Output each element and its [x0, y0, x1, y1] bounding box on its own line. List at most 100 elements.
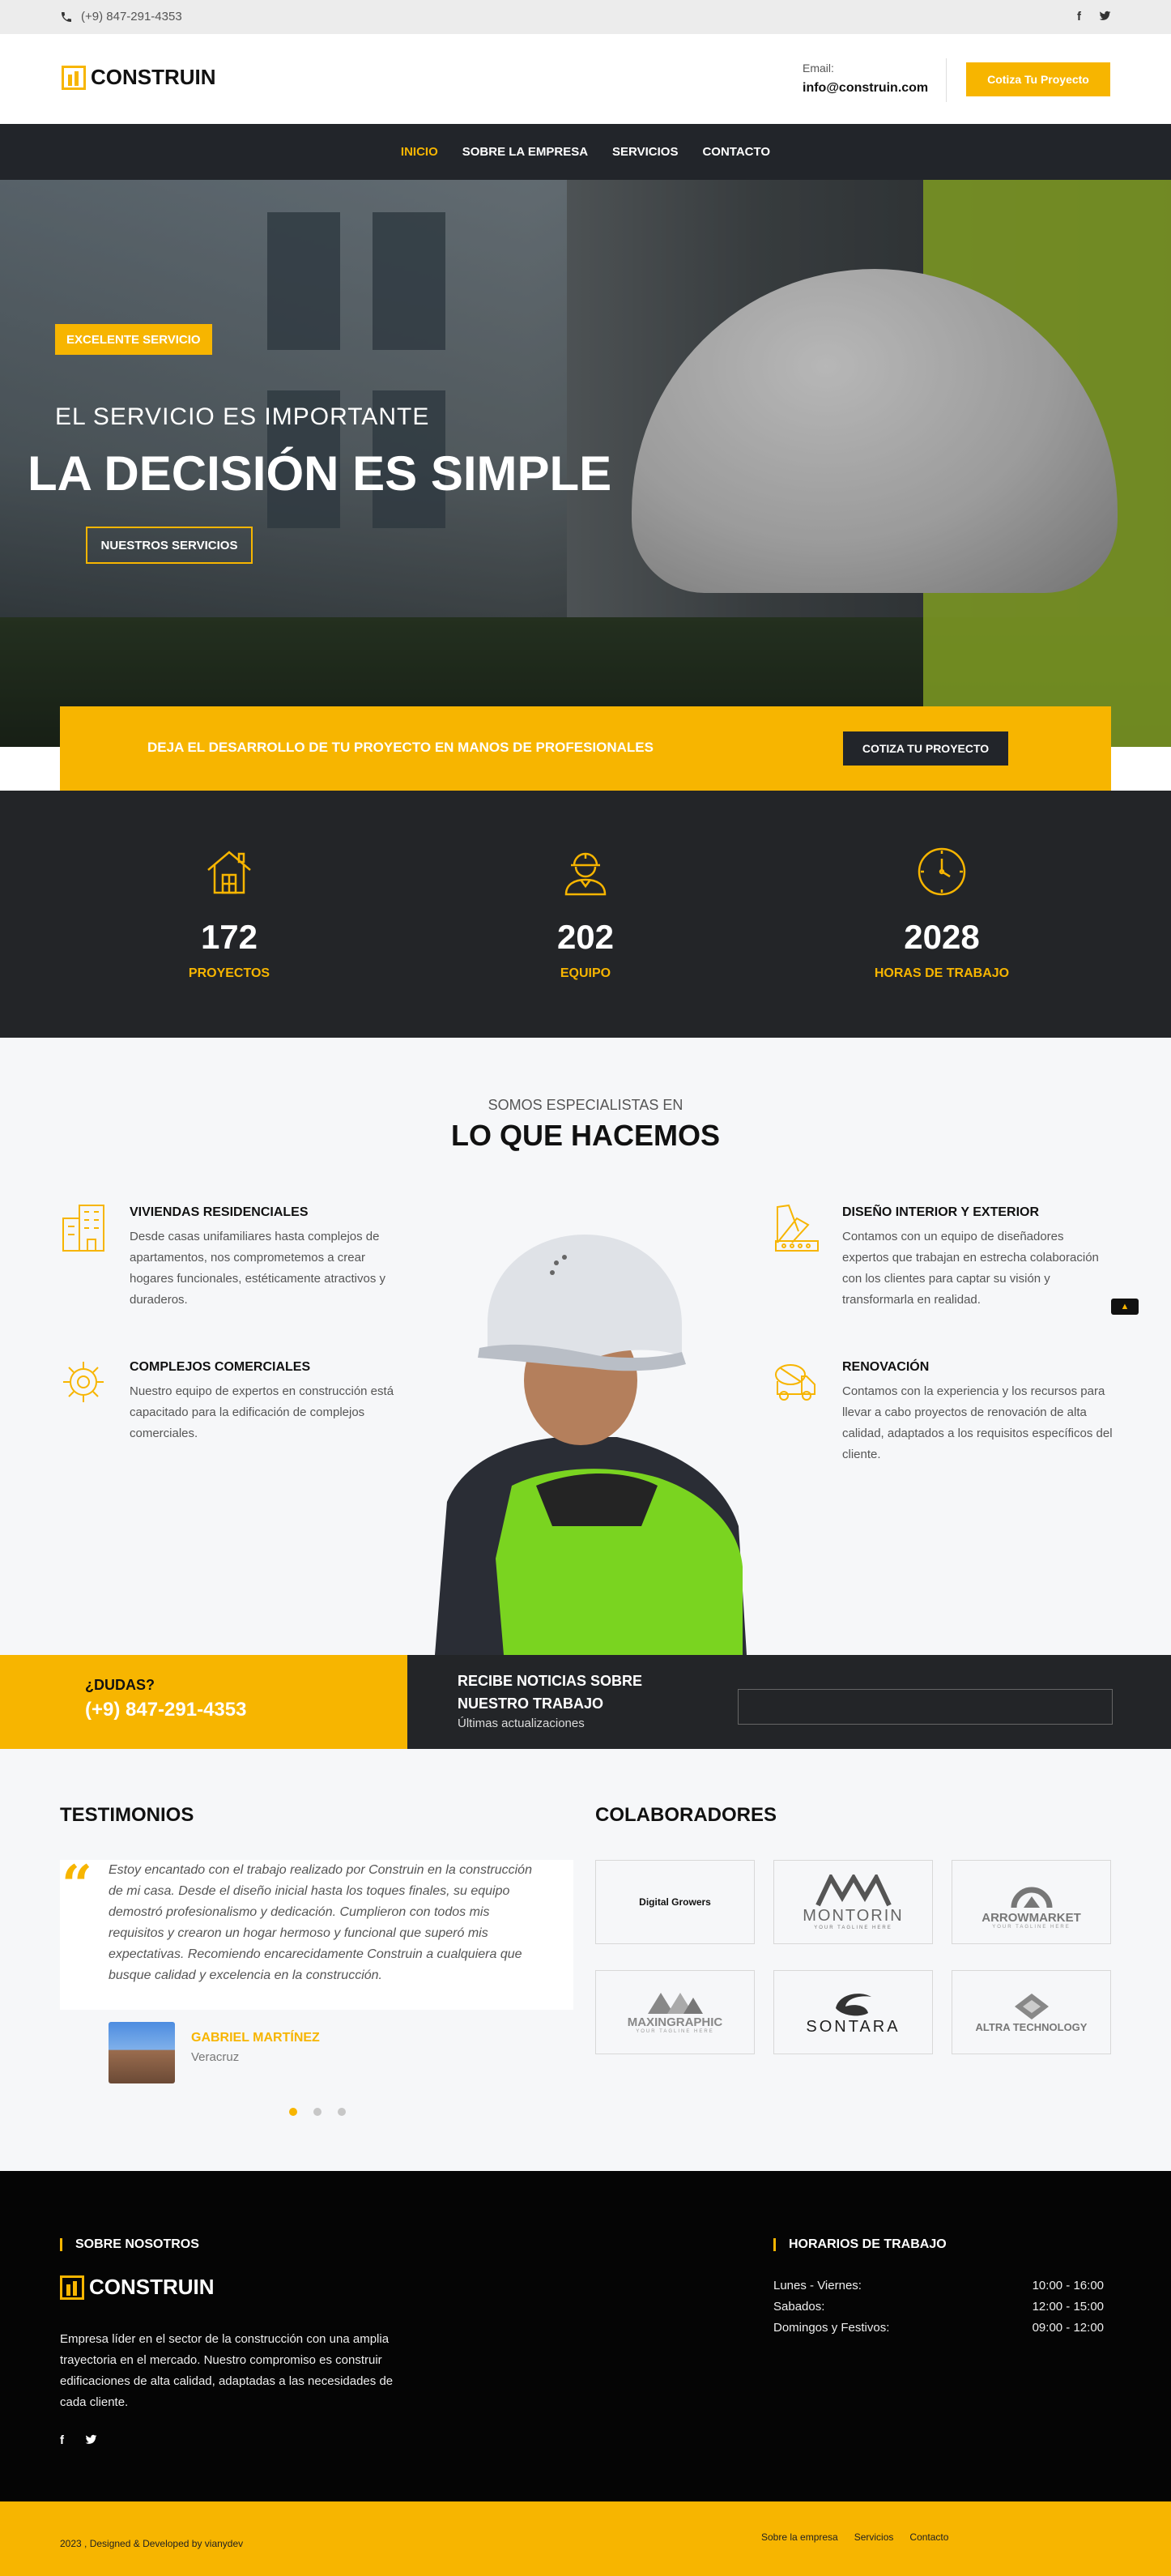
footer-logo[interactable]: CONSTRUIN — [60, 2275, 215, 2300]
clock-icon — [918, 847, 966, 896]
newsletter-title: RECIBE NOTICIAS SOBRE NUESTRO TRABAJO — [458, 1673, 643, 1712]
maxingraphic-logo-icon — [647, 1992, 703, 2014]
worker-image — [435, 1235, 747, 1655]
contact-phone[interactable]: (+9) 847-291-4353 — [85, 1699, 246, 1721]
header-logo[interactable]: CONSTRUIN — [62, 65, 216, 90]
newsletter-email-input[interactable] — [738, 1689, 1113, 1725]
cta-strip-button[interactable]: COTIZA TU PROYECTO — [843, 731, 1008, 766]
hours-day: Domingos y Festivos: — [773, 2321, 890, 2335]
partner-logo-text: MAXINGRAPHIC — [627, 2015, 723, 2029]
testimonials-title: TESTIMONIOS — [60, 1804, 194, 1826]
partner-logo[interactable]: MONTORIN YOUR TAGLINE HERE — [773, 1860, 933, 1944]
footer-social: f — [60, 2433, 97, 2447]
partner-logo-text: SONTARA — [806, 2017, 901, 2036]
twitter-icon[interactable] — [1099, 10, 1111, 22]
service-desc: Contamos con un equipo de diseñadores ex… — [842, 1230, 1099, 1307]
carousel-dot[interactable] — [289, 2108, 297, 2116]
footer-link-contacto[interactable]: Contacto — [909, 2531, 948, 2543]
partner-logo[interactable]: ALTRA TECHNOLOGY — [952, 1970, 1111, 2054]
testimonial-quote: Estoy encantado con el trabajo realizado… — [109, 1863, 532, 1982]
service-title: COMPLEJOS COMERCIALES — [130, 1360, 311, 1374]
partner-logo-text: ARROWMARKET — [982, 1910, 1081, 1925]
logo-text: CONSTRUIN — [91, 65, 216, 89]
quote-button[interactable]: Cotiza Tu Proyecto — [966, 62, 1110, 96]
partner-logo[interactable]: Digital Growers — [595, 1860, 755, 1944]
hero-services-button[interactable]: NUESTROS SERVICIOS — [86, 527, 253, 564]
services-kicker: SOMOS ESPECIALISTAS EN — [488, 1097, 683, 1113]
logo-text: CONSTRUIN — [89, 2275, 215, 2299]
nav-item-inicio[interactable]: INICIO — [401, 145, 438, 159]
footer: SOBRE NOSOTROS CONSTRUIN Empresa líder e… — [0, 2171, 1171, 2501]
topbar-phone[interactable]: (+9) 847-291-4353 — [60, 10, 182, 23]
partner-logo-tagline: YOUR TAGLINE HERE — [636, 2028, 714, 2034]
footer-link-servicios[interactable]: Servicios — [854, 2531, 894, 2543]
service-title: DISEÑO INTERIOR Y EXTERIOR — [842, 1205, 1040, 1219]
phone-icon — [62, 11, 71, 22]
footer-about-text: Empresa líder en el sector de la constru… — [60, 2332, 394, 2409]
header: CONSTRUIN Email: info@construin.com Coti… — [0, 34, 1171, 124]
cta-strip: DEJA EL DESARROLLO DE TU PROYECTO EN MAN… — [60, 706, 1111, 791]
service-desc: Desde casas unifamiliares hasta complejo… — [130, 1230, 386, 1307]
partner-logo[interactable]: SONTARA — [773, 1970, 933, 2054]
footer-hours-title: HORARIOS DE TRABAJO — [773, 2238, 947, 2251]
topbar-social: f — [1077, 10, 1111, 23]
arrowmarket-logo-icon — [1011, 1887, 1052, 1908]
testimonial-name: GABRIEL MARTÍNEZ — [191, 2031, 320, 2045]
topbar-phone-text: (+9) 847-291-4353 — [81, 10, 182, 23]
testimonial-card: “ Estoy encantado con el trabajo realiza… — [60, 1853, 573, 2010]
header-divider — [946, 58, 947, 102]
stat-label: EQUIPO — [560, 966, 611, 980]
cta-strip-text: DEJA EL DESARROLLO DE TU PROYECTO EN MAN… — [147, 740, 654, 755]
montorin-logo-icon — [815, 1874, 892, 1906]
carousel-dot[interactable] — [338, 2108, 346, 2116]
hours-time: 12:00 - 15:00 — [1032, 2300, 1104, 2314]
footer-link-sobre[interactable]: Sobre la empresa — [761, 2531, 838, 2543]
stat-hours: 2028 HORAS DE TRABAJO — [820, 791, 1063, 981]
carousel-dot[interactable] — [313, 2108, 321, 2116]
partner-logo[interactable]: MAXINGRAPHIC YOUR TAGLINE HERE — [595, 1970, 755, 2054]
facebook-icon[interactable]: f — [1077, 10, 1081, 23]
sontara-logo-icon — [835, 1993, 871, 2015]
partner-logo[interactable]: ARROWMARKET YOUR TAGLINE HERE — [952, 1860, 1111, 1944]
quote-icon: “ — [62, 1853, 92, 1917]
stat-value: 202 — [556, 918, 615, 956]
copyright: 2023 , Designed & Developed by vianydev — [60, 2538, 244, 2549]
stat-projects: 172 PROYECTOS — [108, 791, 351, 981]
email-value[interactable]: info@construin.com — [803, 81, 928, 96]
worker-icon — [564, 852, 607, 896]
palette-icon — [775, 1204, 819, 1252]
hero-title: LA DECISIÓN ES SIMPLE — [28, 446, 612, 501]
main-nav: INICIO SOBRE LA EMPRESA SERVICIOS CONTAC… — [0, 124, 1171, 180]
hours-day: Sabados: — [773, 2300, 825, 2314]
hours-row: Sabados: 12:00 - 15:00 — [773, 2300, 1104, 2314]
scroll-top-button[interactable]: ▲ — [1111, 1299, 1139, 1315]
services-section: SOMOS ESPECIALISTAS EN LO QUE HACEMOS VI… — [0, 1038, 1171, 1655]
partner-logo-text: Digital Growers — [639, 1896, 711, 1908]
service-title: VIVIENDAS RESIDENCIALES — [130, 1205, 309, 1219]
facebook-icon[interactable]: f — [60, 2433, 64, 2447]
testimonials-section: TESTIMONIOS “ Estoy encantado con el tra… — [0, 1749, 1171, 2171]
stat-label: HORAS DE TRABAJO — [874, 966, 1010, 980]
stat-value: 172 — [200, 918, 258, 956]
footer-links: Sobre la empresa Servicios Contacto — [761, 2531, 948, 2543]
avatar — [109, 2022, 175, 2083]
house-icon — [207, 851, 251, 894]
nav-item-sobre-la-empresa[interactable]: SOBRE LA EMPRESA — [462, 145, 588, 159]
hours-time: 10:00 - 16:00 — [1032, 2279, 1104, 2292]
services-heading: LO QUE HACEMOS — [450, 1119, 720, 1152]
testimonial-location: Veracruz — [191, 2050, 240, 2064]
building-icon — [62, 1205, 104, 1252]
nav-item-servicios[interactable]: SERVICIOS — [612, 145, 678, 159]
twitter-icon[interactable] — [85, 2433, 97, 2446]
partner-logo-tagline: YOUR TAGLINE HERE — [814, 1925, 892, 1930]
top-bar: (+9) 847-291-4353 f — [0, 0, 1171, 34]
logo-mark-icon — [60, 2275, 84, 2300]
service-desc: Nuestro equipo de expertos en construcci… — [130, 1384, 394, 1440]
partner-logo-text: MONTORIN — [803, 1906, 904, 1925]
contact-box: ¿DUDAS? (+9) 847-291-4353 — [0, 1655, 407, 1749]
altra-logo-icon — [1014, 1993, 1049, 2019]
truck-icon — [775, 1364, 815, 1401]
hero-subtitle: EL SERVICIO ES IMPORTANTE — [55, 403, 430, 430]
hours-row: Domingos y Festivos: 09:00 - 12:00 — [773, 2321, 1104, 2335]
nav-item-contacto[interactable]: CONTACTO — [702, 145, 770, 159]
